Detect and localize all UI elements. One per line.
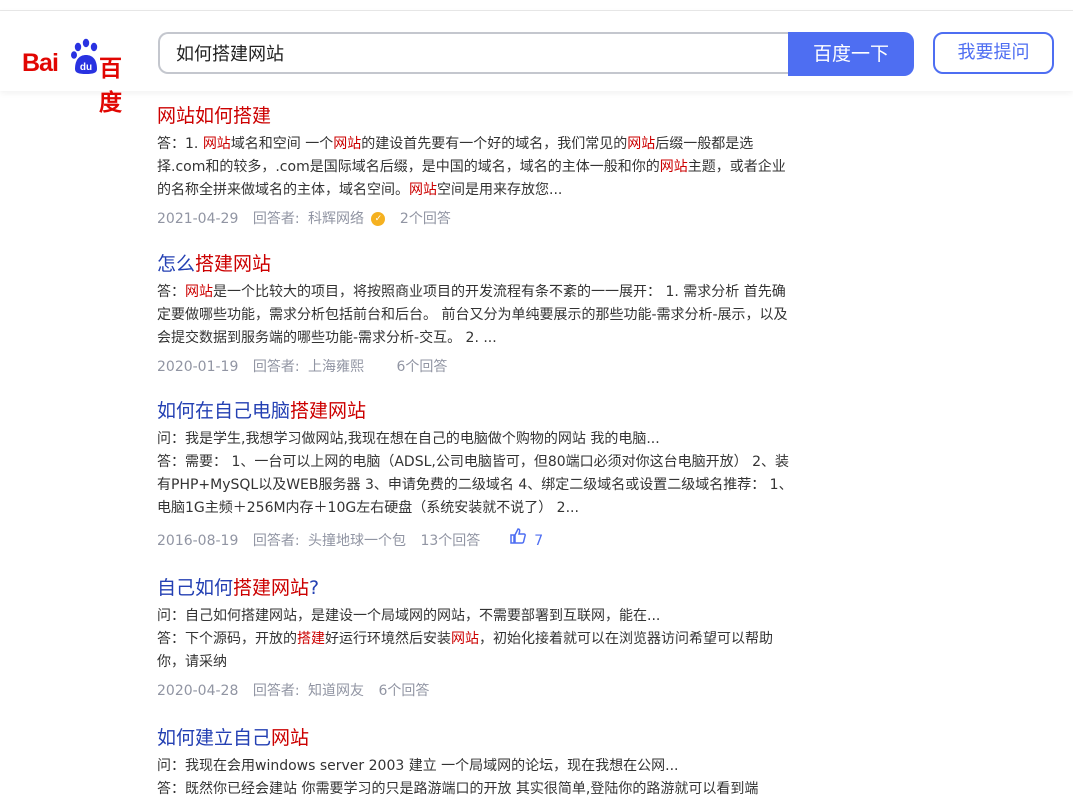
result-answer: 答：需要： 1、一台可以上网的电脑（ADSL,公司电脑皆可，但80端口必须对你这…	[157, 454, 793, 516]
search-box	[158, 32, 788, 74]
result-title-text: 网站如何搭建	[157, 105, 272, 127]
result-date: 2020-04-28	[157, 683, 239, 699]
result-date: 2021-04-29	[157, 211, 239, 227]
result-question: 问：我现在会用windows server 2003 建立 一个局域网的论坛，现…	[157, 758, 679, 774]
result-item: 自己如何搭建网站? 问：自己如何搭建网站，是建设一个局域网的网站，不需要部署到互…	[157, 575, 797, 701]
result-question: 问：自己如何搭建网站，是建设一个局域网的网站，不需要部署到互联网，能在...	[157, 608, 661, 624]
result-answer: 答：下个源码，开放的搭建好运行环境然后安装网站，初始化接着就可以在浏览器访问希望…	[157, 631, 773, 670]
result-item: 怎么搭建网站 答：网站是一个比较大的项目，将按照商业项目的开发流程有条不紊的一一…	[157, 251, 797, 398]
result-meta: 2020-04-28 回答者: 知道网友 6个回答	[157, 681, 797, 701]
result-item: 网站如何搭建 答：1. 网站域名和空间 一个网站的建设首先要有一个好的域名，我们…	[157, 103, 797, 227]
logo-du-text: du	[80, 62, 92, 73]
result-answer: 答：既然你已经会建站 你需要学习的只是路游端口的开放 其实很简单,登陆你的路游就…	[157, 781, 759, 797]
answerer-label: 回答者:	[252, 683, 300, 699]
answerer-name[interactable]: 知道网友	[308, 681, 364, 701]
result-meta: 2016-08-19 回答者: 头撞地球一个包 13个回答 7	[157, 527, 797, 551]
answerer-label: 回答者:	[252, 211, 300, 227]
search-input[interactable]	[160, 34, 776, 72]
result-snippet: 答：1. 网站域名和空间 一个网站的建设首先要有一个好的域名，我们常见的网站后缀…	[157, 136, 786, 198]
ask-question-button[interactable]: 我要提问	[933, 32, 1054, 74]
like-count: 7	[534, 533, 544, 549]
logo-cn-text: 百度	[99, 56, 122, 116]
result-title[interactable]: 怎么搭建网站	[157, 251, 797, 277]
result-item: 如何建立自己网站 问：我现在会用windows server 2003 建立 一…	[157, 725, 797, 801]
result-title[interactable]: 如何建立自己网站	[157, 725, 797, 751]
result-title[interactable]: 自己如何搭建网站?	[157, 575, 797, 601]
answer-count[interactable]: 6个回答	[378, 681, 429, 701]
logo-latin-text: Bai	[22, 49, 59, 77]
verified-badge-icon: ✓	[371, 212, 386, 226]
thumbs-up-icon[interactable]	[509, 527, 527, 545]
results-list: 网站如何搭建 答：1. 网站域名和空间 一个网站的建设首先要有一个好的域名，我们…	[157, 103, 797, 801]
answerer-label: 回答者:	[252, 359, 300, 375]
answerer-name[interactable]: 上海雍熙	[308, 357, 364, 377]
search-button[interactable]: 百度一下	[788, 32, 914, 76]
result-date: 2016-08-19	[157, 533, 239, 549]
result-date: 2020-01-19	[157, 359, 239, 375]
answer-count[interactable]: 13个回答	[420, 531, 480, 551]
result-snippet: 答：网站是一个比较大的项目，将按照商业项目的开发流程有条不紊的一一展开： 1. …	[157, 284, 788, 346]
result-title[interactable]: 如何在自己电脑搭建网站	[157, 398, 797, 424]
answerer-name[interactable]: 头撞地球一个包	[308, 531, 406, 551]
result-title[interactable]: 网站如何搭建	[157, 103, 797, 129]
result-meta: 2021-04-29 回答者: 科辉网络 ✓ 2个回答	[157, 209, 797, 229]
result-meta: 2020-01-19 回答者: 上海雍熙 6个回答	[157, 357, 797, 377]
result-item: 如何在自己电脑搭建网站 问：我是学生,我想学习做网站,我现在想在自己的电脑做个购…	[157, 398, 797, 551]
answer-count[interactable]: 2个回答	[400, 209, 451, 229]
answer-count[interactable]: 6个回答	[396, 357, 447, 377]
result-question: 问：我是学生,我想学习做网站,我现在想在自己的电脑做个购物的网站 我的电脑...	[157, 431, 660, 447]
baidu-logo[interactable]: Bai du 百度	[22, 37, 140, 116]
answerer-name[interactable]: 科辉网络	[308, 209, 364, 229]
answerer-label: 回答者:	[252, 533, 300, 549]
